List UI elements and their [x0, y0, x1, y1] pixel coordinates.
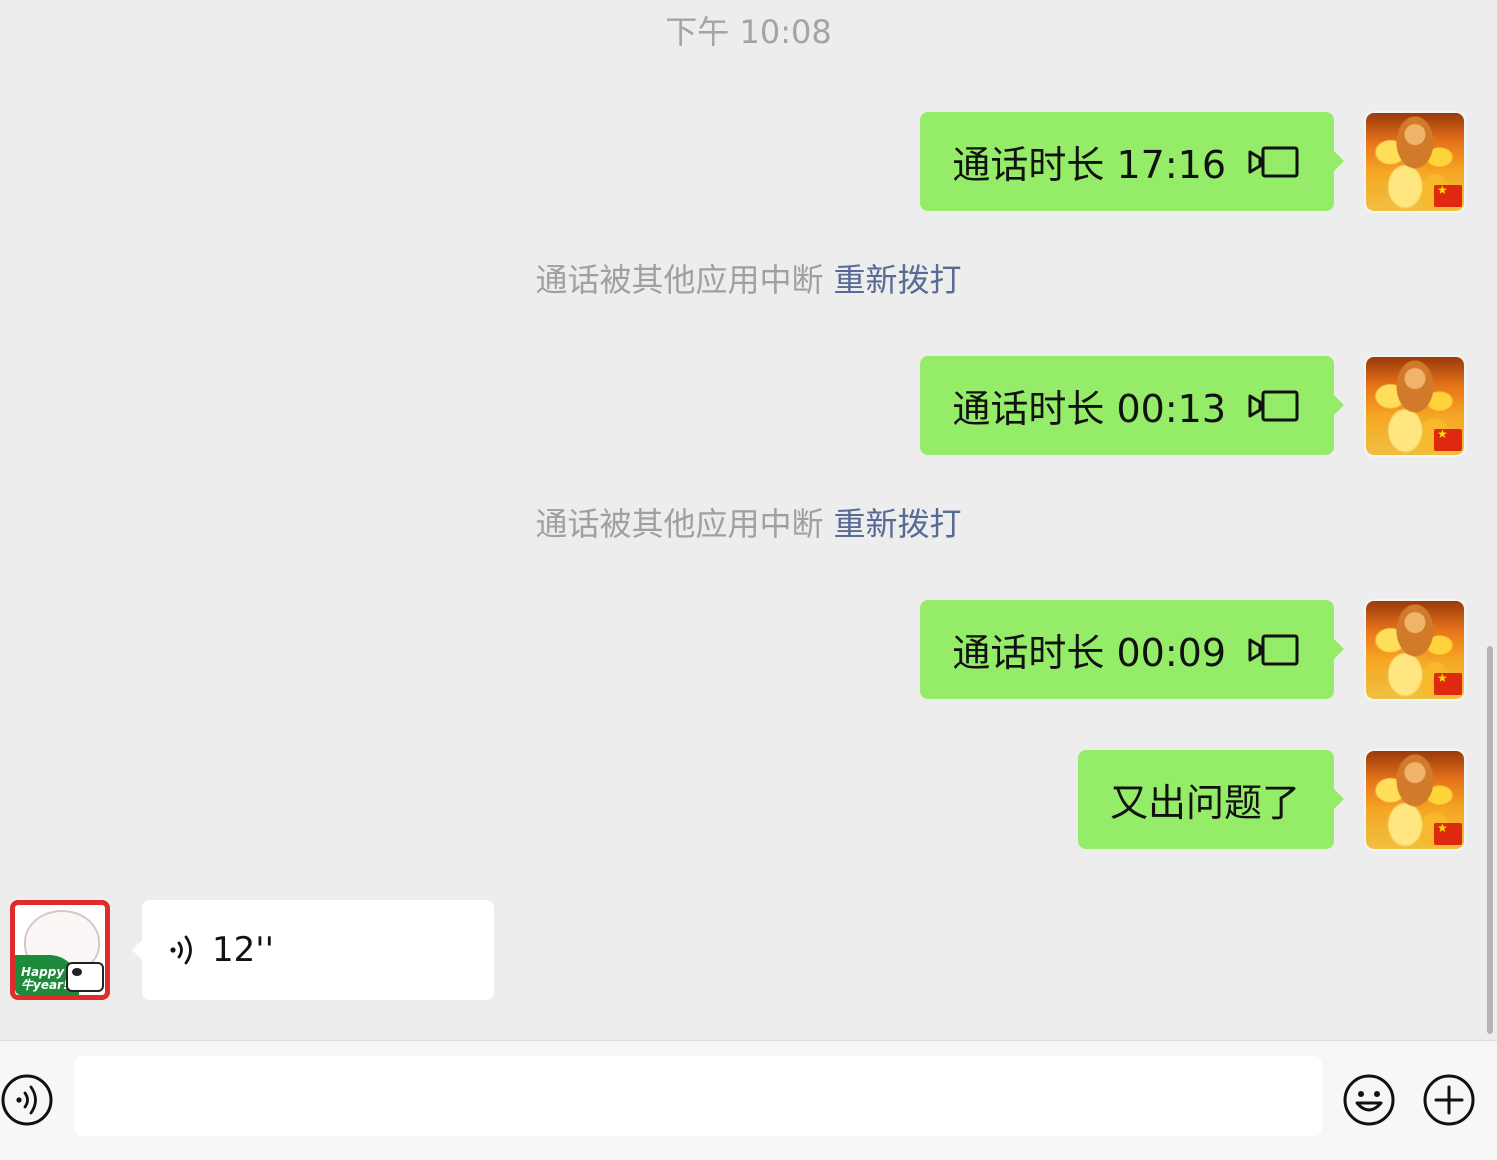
redial-link[interactable]: 重新拨打 — [834, 505, 962, 543]
voice-input-icon[interactable] — [0, 1073, 54, 1127]
video-call-message[interactable]: 通话时长 00:09 — [920, 600, 1344, 699]
china-flag-icon — [1434, 821, 1462, 845]
interrupt-notice: 通话被其他应用中断 — [535, 261, 824, 299]
video-call-icon — [1248, 146, 1299, 177]
china-flag-icon — [1434, 427, 1462, 451]
my-avatar[interactable] — [1366, 751, 1464, 849]
video-call-icon — [1248, 390, 1299, 421]
avatar-caption: Happy 牛year! — [21, 965, 69, 992]
my-avatar[interactable] — [1366, 357, 1464, 455]
call-duration-text: 通话时长 00:09 — [952, 631, 1226, 675]
emoji-icon[interactable] — [1342, 1073, 1396, 1127]
cow-illustration — [66, 962, 104, 992]
system-message: 通话被其他应用中断 重新拨打 — [0, 258, 1497, 302]
timestamp: 下午 10:08 — [665, 13, 832, 51]
chat-area[interactable]: 下午 10:08 通话时长 17:16 通话被其他应用中断重新拨打 通话时长 0… — [0, 0, 1497, 1040]
message-text: 又出问题了 — [1109, 781, 1300, 825]
video-call-message[interactable]: 通话时长 00:13 — [920, 356, 1344, 455]
input-bar — [0, 1040, 1497, 1160]
plus-icon[interactable] — [1422, 1073, 1476, 1127]
call-duration-text: 通话时长 17:16 — [952, 143, 1226, 187]
video-call-icon — [1248, 634, 1299, 665]
china-flag-icon — [1434, 183, 1462, 207]
video-call-message[interactable]: 通话时长 17:16 — [920, 112, 1344, 211]
redial-link[interactable]: 重新拨打 — [834, 261, 962, 299]
interrupt-notice: 通话被其他应用中断 — [535, 505, 824, 543]
my-avatar[interactable] — [1366, 601, 1464, 699]
message-input[interactable] — [74, 1056, 1322, 1136]
voice-duration: 12'' — [212, 930, 274, 970]
text-message[interactable]: 又出问题了 — [1077, 750, 1345, 849]
system-message: 通话被其他应用中断 重新拨打 — [0, 502, 1497, 546]
call-duration-text: 通话时长 00:13 — [952, 387, 1226, 431]
my-avatar[interactable] — [1366, 113, 1464, 211]
voice-wave-icon — [170, 935, 192, 965]
china-flag-icon — [1434, 671, 1462, 695]
contact-avatar[interactable]: Happy 牛year! — [10, 900, 110, 1000]
voice-message[interactable]: 12'' — [132, 900, 494, 1000]
scrollbar[interactable] — [1487, 646, 1493, 1034]
